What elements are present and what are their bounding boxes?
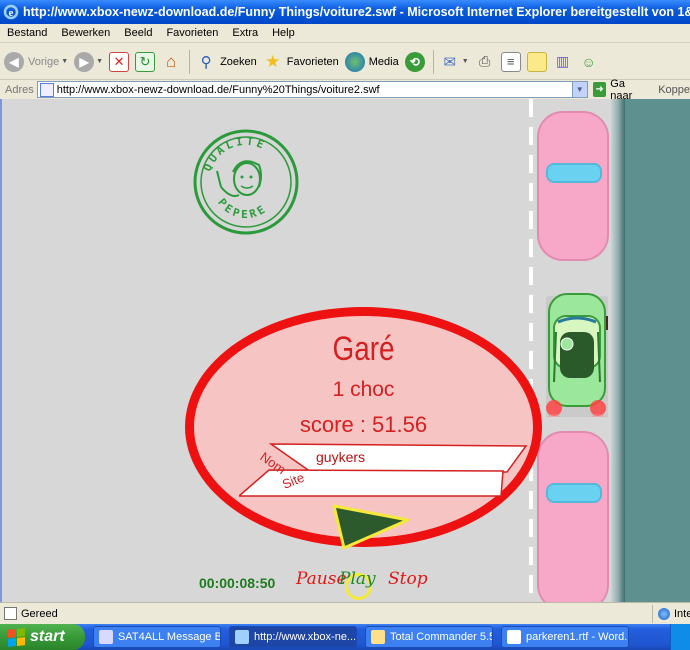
address-dropdown-icon[interactable]: ▼: [571, 82, 587, 97]
taskbar: start SAT4ALL Message Bo... http://www.x…: [0, 624, 690, 650]
address-label: Adres: [5, 83, 34, 96]
print-button[interactable]: ⎙: [475, 52, 495, 72]
qualite-pepere-stamp: QUALITE PEPERE: [193, 129, 299, 235]
menu-beeld[interactable]: Beeld: [117, 27, 159, 39]
messenger-icon: ☺: [581, 53, 596, 70]
go-button[interactable]: ➜ Ga naar Koppe: [592, 78, 690, 102]
windows-flag-icon: [8, 627, 25, 647]
status-bar: Gereed Inte: [0, 602, 690, 624]
task-total-commander[interactable]: Total Commander 5.5...: [365, 626, 493, 648]
address-input[interactable]: http://www.xbox-newz-download.de/Funny%2…: [36, 81, 588, 98]
score-text: score : 51.56: [299, 412, 428, 437]
address-url[interactable]: http://www.xbox-newz-download.de/Funny%2…: [57, 84, 380, 96]
links-label[interactable]: Koppe: [658, 84, 690, 96]
back-arrow-icon: ◀: [4, 51, 24, 72]
road-dashed-line: [529, 99, 533, 602]
window-title: http://www.xbox-newz-download.de/Funny T…: [23, 5, 690, 19]
player-green-car: [546, 293, 608, 417]
refresh-button[interactable]: ↻: [135, 51, 156, 72]
floppy-disk-icon: [371, 630, 385, 644]
car-windshield: [546, 163, 602, 183]
toolbar: ◀ Vorige ▼ ▶ ▼ ✕ ↻ ⌂ ⚲ Zoeken ★ Favoriet…: [0, 44, 690, 80]
page-status-icon: [4, 607, 17, 620]
page-icon: [39, 82, 54, 97]
start-button[interactable]: start: [0, 624, 85, 650]
sidewalk: [625, 99, 690, 602]
address-bar: Adres http://www.xbox-newz-download.de/F…: [0, 78, 690, 102]
back-dropdown-icon[interactable]: ▼: [61, 58, 68, 65]
stop-game-button[interactable]: Stop: [388, 569, 428, 589]
media-button[interactable]: Media: [344, 51, 399, 72]
flash-game-area[interactable]: QUALITE PEPERE Garé 1 choc score : 51.56…: [0, 99, 690, 602]
favorites-button[interactable]: ★ Favorieten: [263, 52, 339, 72]
back-button[interactable]: ◀ Vorige ▼: [4, 51, 68, 72]
task-sat4all[interactable]: SAT4ALL Message Bo...: [93, 626, 221, 648]
media-globe-icon: [344, 51, 365, 72]
printer-icon: ⎙: [479, 53, 491, 69]
forward-button[interactable]: ▶ ▼: [74, 51, 103, 72]
app-window-icon: [99, 630, 113, 644]
name-input[interactable]: guykers: [316, 449, 365, 465]
play-button[interactable]: Play: [339, 569, 376, 589]
messenger-button[interactable]: ☺: [579, 52, 599, 72]
stop-x-icon: ✕: [109, 51, 130, 72]
home-button[interactable]: ⌂: [161, 52, 181, 72]
result-title: Garé: [332, 330, 395, 368]
crash-count: 1 choc: [332, 378, 395, 401]
submit-arrow-button[interactable]: [330, 502, 412, 552]
forward-dropdown-icon[interactable]: ▼: [96, 58, 103, 65]
task-word[interactable]: parkeren1.rtf - Word...: [501, 626, 629, 648]
note-icon: [526, 51, 547, 72]
history-button[interactable]: ⟲: [404, 51, 425, 72]
menu-bewerken[interactable]: Bewerken: [54, 27, 117, 39]
internet-explorer-icon: e: [3, 4, 19, 20]
parked-pink-car-rear: [537, 431, 609, 602]
svg-text:e: e: [9, 7, 14, 19]
search-button[interactable]: ⚲ Zoeken: [196, 52, 257, 72]
toolbar-separator: [189, 49, 191, 74]
menu-bestand[interactable]: Bestand: [0, 27, 54, 39]
curb: [611, 99, 625, 602]
stop-button[interactable]: ✕: [109, 51, 130, 72]
edit-button[interactable]: ≡: [500, 51, 521, 72]
mail-icon: ✉: [443, 53, 457, 71]
window-title-bar[interactable]: e http://www.xbox-newz-download.de/Funny…: [0, 0, 690, 24]
toolbar-separator: [432, 49, 434, 74]
menu-bar: Bestand Bewerken Beeld Favorieten Extra …: [0, 24, 690, 43]
system-tray[interactable]: [670, 624, 690, 650]
go-arrow-icon: ➜: [592, 82, 607, 97]
forward-arrow-icon: ▶: [74, 51, 95, 72]
task-internet-explorer[interactable]: http://www.xbox-ne...: [229, 626, 357, 648]
parked-pink-car-front: [537, 111, 609, 261]
menu-extra[interactable]: Extra: [225, 27, 265, 39]
discuss-button[interactable]: [526, 51, 547, 72]
security-zone: Inte: [652, 605, 690, 623]
star-icon: ★: [265, 51, 281, 71]
research-books-icon: ▥: [556, 53, 570, 69]
status-text: Gereed: [21, 607, 58, 620]
game-timer: 00:00:08:50: [199, 575, 276, 591]
word-document-icon: [507, 630, 521, 644]
home-icon: ⌂: [165, 51, 177, 71]
svg-text:PEPERE: PEPERE: [215, 196, 270, 221]
mail-dropdown-icon[interactable]: ▼: [462, 58, 469, 65]
refresh-icon: ↻: [135, 51, 156, 72]
car-windshield: [546, 483, 602, 503]
mail-button[interactable]: ✉ ▼: [440, 52, 469, 72]
internet-explorer-icon: [235, 630, 249, 644]
search-icon: ⚲: [200, 53, 212, 71]
menu-help[interactable]: Help: [265, 27, 302, 39]
result-dialog: Garé 1 choc score : 51.56 Nom Site guyke…: [185, 307, 542, 550]
history-icon: ⟲: [404, 51, 425, 72]
research-button[interactable]: ▥: [553, 52, 573, 72]
edit-page-icon: ≡: [500, 51, 521, 72]
globe-icon: [658, 608, 670, 620]
menu-favorieten[interactable]: Favorieten: [159, 27, 225, 39]
